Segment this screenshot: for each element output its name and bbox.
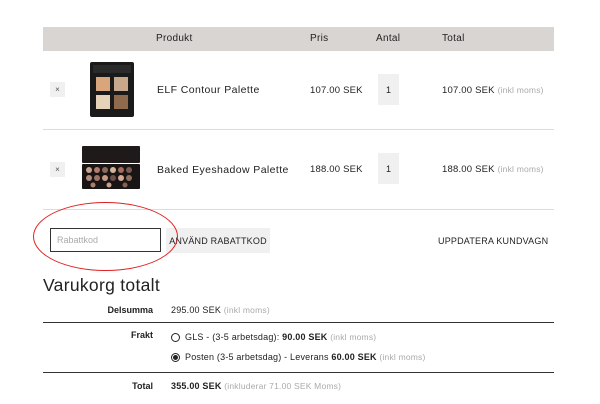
quantity-input[interactable]: 1 bbox=[378, 153, 399, 184]
shipping-option-gls[interactable]: GLS - (3-5 arbetsdag): 90.00 SEK (inkl m… bbox=[185, 332, 376, 342]
header-product: Produkt bbox=[156, 33, 193, 44]
product-image-elf-contour[interactable] bbox=[90, 62, 134, 117]
quantity-input[interactable]: 1 bbox=[378, 74, 399, 105]
product-name[interactable]: Baked Eyeshadow Palette bbox=[157, 164, 289, 176]
shipping-option-posten[interactable]: Posten (3-5 arbetsdag) - Leverans 60.00 … bbox=[185, 352, 426, 362]
row-divider bbox=[43, 129, 554, 130]
shipping-label: Frakt bbox=[130, 330, 153, 340]
total-label: Total bbox=[132, 381, 153, 391]
totals-divider bbox=[43, 322, 554, 323]
totals-divider bbox=[43, 372, 554, 373]
remove-item-button[interactable]: × bbox=[50, 162, 65, 177]
highlight-circle-annotation bbox=[33, 202, 178, 271]
product-name[interactable]: ELF Contour Palette bbox=[157, 84, 260, 96]
apply-coupon-button[interactable]: ANVÄND RABATTKOD bbox=[166, 228, 270, 253]
line-total: 188.00 SEK (inkl moms) bbox=[442, 164, 544, 175]
product-price: 107.00 SEK bbox=[310, 85, 363, 96]
header-quantity: Antal bbox=[376, 33, 401, 44]
shipping-option-posten-radio[interactable] bbox=[171, 353, 180, 362]
shipping-option-gls-radio[interactable] bbox=[171, 333, 180, 342]
total-value: 355.00 SEK (inkluderar 71.00 SEK Moms) bbox=[171, 381, 342, 391]
update-cart-button[interactable]: UPPDATERA KUNDVAGN bbox=[438, 236, 548, 246]
cart-table-header bbox=[43, 27, 554, 51]
header-total: Total bbox=[442, 33, 465, 44]
header-price: Pris bbox=[310, 33, 329, 44]
product-image-baked-eyeshadow[interactable] bbox=[82, 146, 140, 190]
remove-item-button[interactable]: × bbox=[50, 82, 65, 97]
line-total: 107.00 SEK (inkl moms) bbox=[442, 85, 544, 96]
subtotal-label: Delsumma bbox=[107, 305, 153, 315]
cart-totals-title: Varukorg totalt bbox=[43, 275, 161, 295]
subtotal-value: 295.00 SEK (inkl moms) bbox=[171, 305, 270, 315]
product-price: 188.00 SEK bbox=[310, 164, 363, 175]
